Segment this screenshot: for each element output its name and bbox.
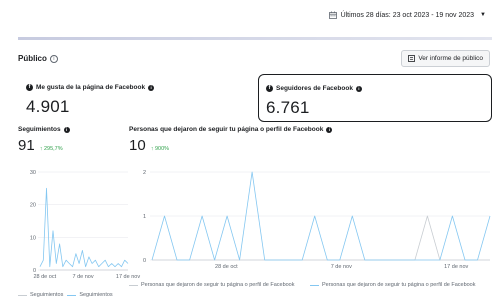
x-tick-label: 17 de nov — [444, 264, 468, 270]
metric-row: 91 ↑ 295,7% — [18, 137, 70, 154]
unfollows-metric: Personas que dejaron de seguir tu página… — [129, 126, 333, 154]
follows-metric: Seguimientos i 91 ↑ 295,7% — [18, 126, 70, 154]
view-audience-report-button[interactable]: Ver informe de público — [401, 50, 490, 67]
metric-label: Seguimientos — [18, 126, 61, 133]
facebook-icon: f — [266, 85, 273, 92]
info-icon[interactable]: i — [148, 84, 155, 91]
facebook-icon: f — [26, 84, 33, 91]
metric-label-row: Seguimientos i — [18, 126, 70, 133]
x-tick-label: 28 de oct — [33, 274, 56, 280]
y-tick-label: 1 — [143, 214, 146, 220]
card-header: f Seguidores de Facebook i — [266, 85, 362, 92]
delta-badge: ↑ 295,7% — [39, 146, 63, 152]
follows-legend: Seguimientos Seguimientos — [18, 292, 113, 298]
legend-label: Personas que dejaron de seguir tu página… — [322, 282, 476, 288]
legend-label: Seguimientos — [30, 292, 64, 298]
chevron-down-icon: ▼ — [480, 12, 486, 18]
section-title-label: Público — [18, 54, 47, 63]
y-tick-label: 20 — [30, 203, 36, 209]
y-tick-label: 0 — [143, 258, 146, 264]
y-tick-label: 2 — [143, 170, 146, 176]
report-button-label: Ver informe de público — [418, 55, 483, 62]
legend-item[interactable]: Seguimientos — [18, 292, 63, 298]
delta-value: 295,7% — [43, 146, 63, 152]
legend-swatch — [310, 285, 319, 286]
x-tick-label: 17 de nov — [116, 274, 140, 280]
accent-divider — [18, 37, 492, 40]
metric-label: Personas que dejaron de seguir tu página… — [129, 126, 324, 133]
metric-value: 91 — [18, 137, 35, 154]
info-icon[interactable]: i — [326, 126, 333, 133]
metric-row: 10 ↑ 900% — [129, 137, 332, 154]
section-title: Público i — [18, 54, 58, 63]
legend-item[interactable]: Personas que dejaron de seguir tu página… — [129, 282, 306, 289]
legend-item[interactable]: Seguimientos — [67, 292, 113, 298]
x-tick-label: 7 de nov — [331, 264, 352, 270]
unfollows-legend: Personas que dejaron de seguir tu página… — [129, 282, 487, 289]
delta-badge: ↑ 900% — [150, 146, 170, 152]
delta-value: 900% — [154, 146, 170, 152]
followers-card[interactable]: f Seguidores de Facebook i 6.761 — [258, 74, 492, 122]
legend-swatch — [129, 285, 138, 286]
top-bar: Últimos 28 días: 23 oct 2023 - 19 nov 20… — [0, 0, 492, 36]
info-icon[interactable]: i — [49, 54, 58, 63]
legend-label: Personas que dejaron de seguir tu página… — [141, 282, 295, 288]
card-value: 4.901 — [26, 97, 70, 116]
series-line — [39, 187, 129, 268]
y-tick-label: 10 — [30, 235, 36, 241]
info-icon[interactable]: i — [355, 85, 362, 92]
date-range-label: Últimos 28 días: 23 oct 2023 - 19 nov 20… — [340, 11, 475, 19]
report-icon — [408, 55, 416, 62]
metric-label-row: Personas que dejaron de seguir tu página… — [129, 126, 333, 133]
metric-value: 10 — [129, 137, 146, 154]
legend-label: Seguimientos — [79, 292, 113, 298]
date-range-selector[interactable]: Últimos 28 días: 23 oct 2023 - 19 nov 20… — [328, 11, 486, 19]
x-tick-label: 7 de nov — [72, 274, 93, 280]
legend-swatch — [67, 295, 77, 296]
card-label: Me gusta de la página de Facebook — [36, 84, 146, 91]
y-tick-label: 30 — [30, 170, 36, 176]
legend-item[interactable]: Personas que dejaron de seguir tu página… — [310, 282, 487, 289]
card-header: f Me gusta de la página de Facebook i — [26, 84, 155, 91]
page-likes-card[interactable]: f Me gusta de la página de Facebook i 4.… — [18, 74, 254, 122]
x-tick-label: 28 de oct — [215, 264, 238, 270]
card-label: Seguidores de Facebook — [276, 85, 353, 92]
legend-swatch — [18, 295, 27, 296]
card-value: 6.761 — [266, 98, 310, 117]
calendar-icon — [328, 11, 337, 19]
info-icon[interactable]: i — [63, 126, 70, 133]
charts-area: 010203028 de oct 7 de nov 17 de nov01228 d… — [30, 170, 491, 280]
